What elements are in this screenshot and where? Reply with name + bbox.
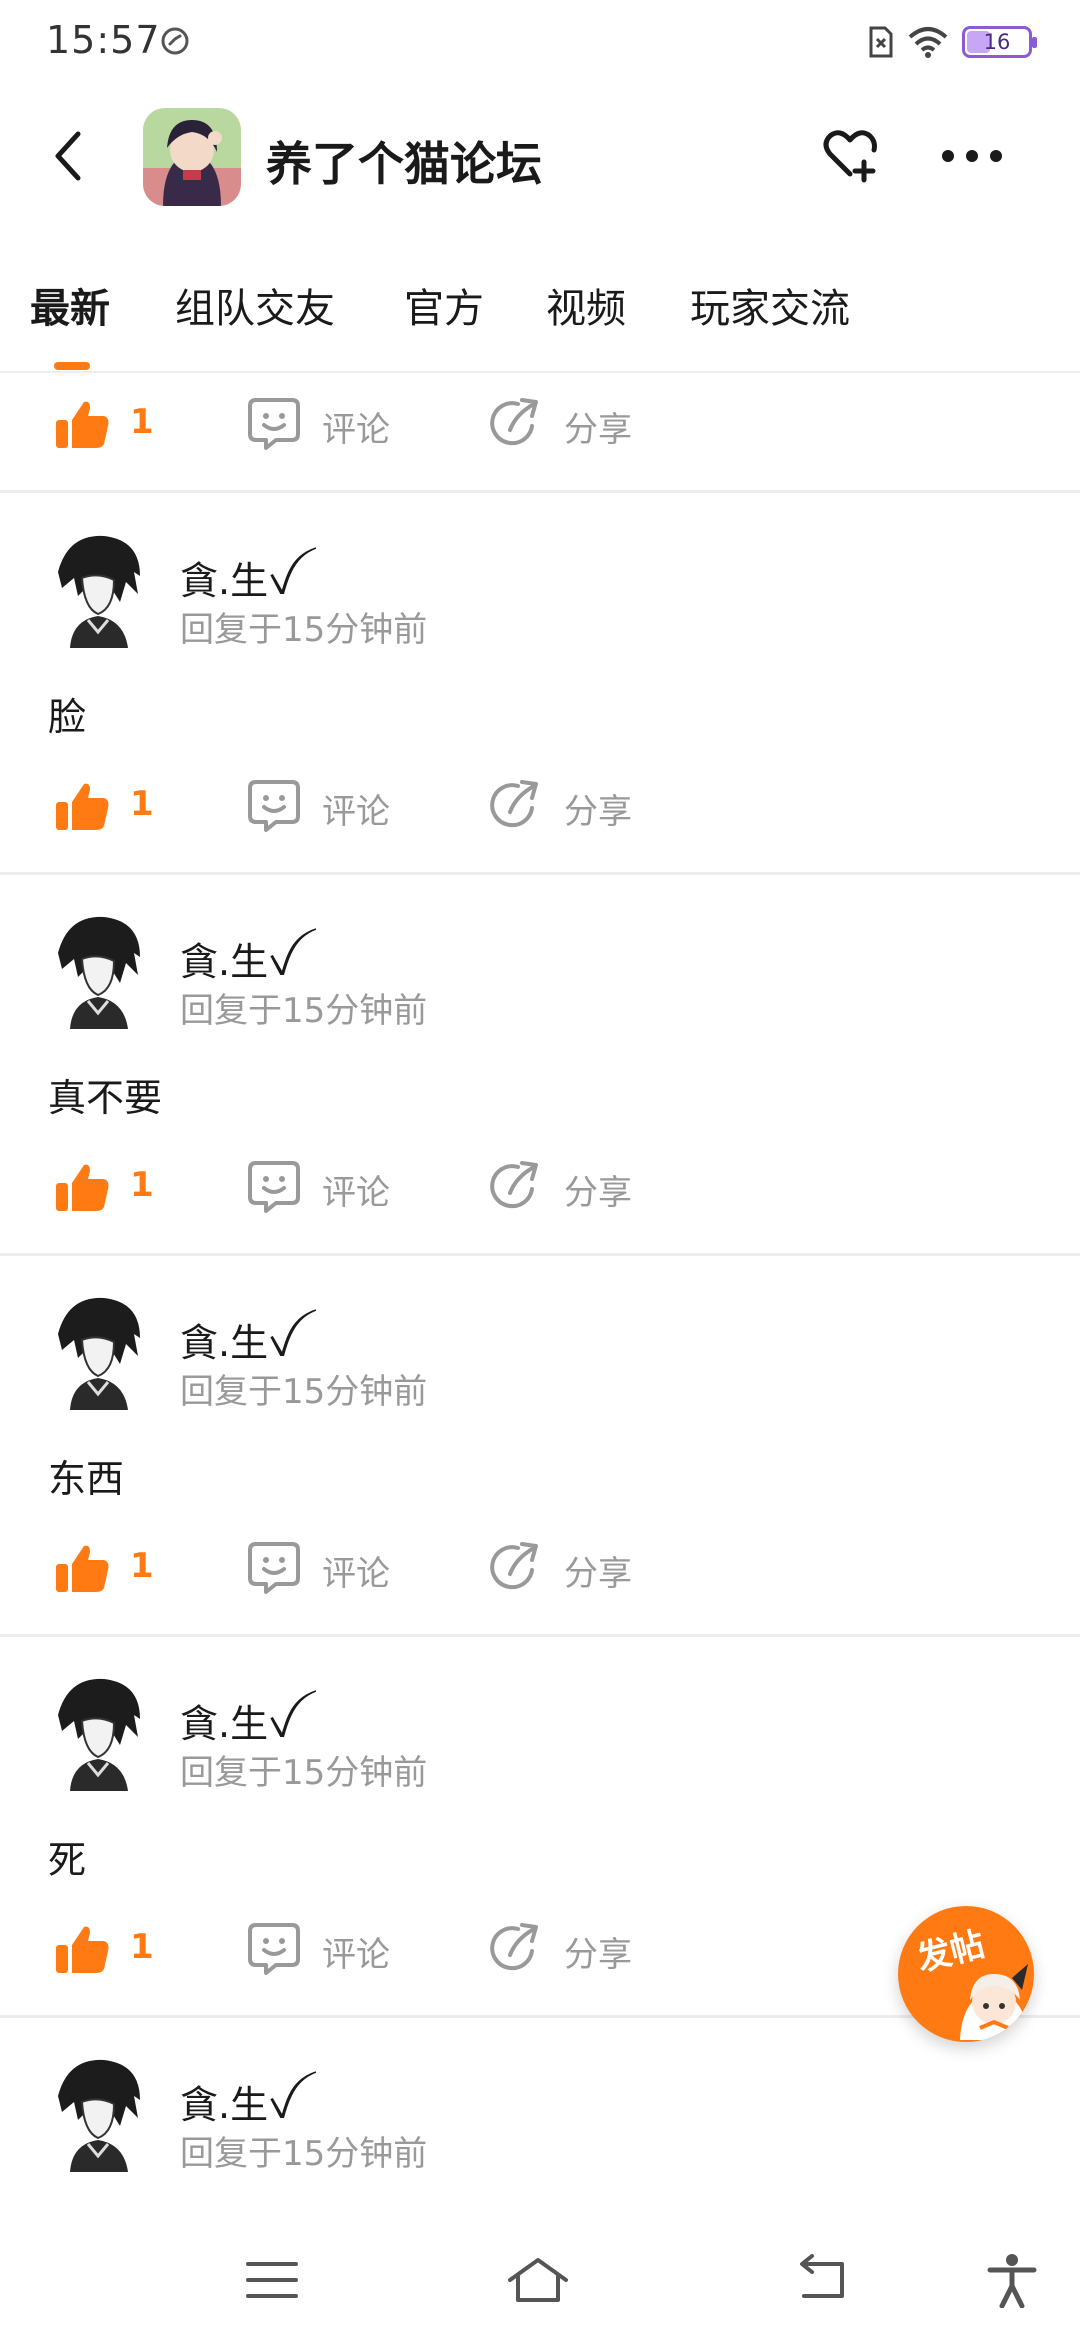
post-item[interactable]: 貪.生ꪜ 回复于15分钟前 脸 1 评论 分享 [0, 494, 1080, 874]
share-label[interactable]: 分享 [564, 1165, 632, 1214]
thumbs-up-icon[interactable] [54, 1923, 112, 1975]
post-item[interactable]: 貪.生ꪜ 回复于15分钟前 真不要 1 评论 分享 [0, 875, 1080, 1255]
more-horizontal-icon[interactable] [940, 136, 1004, 176]
share-icon[interactable] [488, 1540, 544, 1596]
wifi-icon [908, 27, 948, 58]
status-bar: 15:57 16 [0, 0, 1080, 84]
user-avatar[interactable] [48, 1675, 148, 1791]
menu-icon[interactable] [240, 2252, 304, 2308]
like-count: 1 [130, 1546, 154, 1586]
forum-header: 养了个猫论坛 [0, 96, 1080, 216]
comment-label[interactable]: 评论 [322, 402, 390, 451]
post-actions: 1 评论 分享 [0, 1147, 1080, 1227]
forum-title: 养了个猫论坛 [266, 137, 542, 191]
accessibility-icon[interactable] [980, 2252, 1044, 2308]
status-time: 15:57 [46, 18, 161, 62]
comment-icon[interactable] [246, 1159, 302, 1215]
user-avatar[interactable] [48, 913, 148, 1029]
reply-time: 回复于15分钟前 [180, 610, 428, 650]
user-avatar[interactable] [48, 2056, 148, 2172]
reply-time: 回复于15分钟前 [180, 1753, 428, 1793]
tab-team-up[interactable]: 组队交友 [175, 276, 335, 334]
thumbs-up-icon[interactable] [54, 1161, 112, 1213]
share-icon[interactable] [488, 396, 544, 452]
heart-plus-icon[interactable] [820, 124, 880, 184]
no-sim-icon [869, 26, 893, 58]
post-content: 死 [48, 1838, 87, 1882]
post-content: 脸 [48, 695, 87, 739]
user-avatar[interactable] [48, 532, 148, 648]
post-actions: 1 评论 分享 [0, 766, 1080, 846]
thumbs-up-icon[interactable] [54, 1542, 112, 1594]
tab-player-chat[interactable]: 玩家交流 [690, 276, 850, 334]
forum-avatar[interactable] [143, 108, 241, 206]
category-tabs: 最新 组队交友 官方 视频 玩家交流 [0, 262, 1080, 372]
reply-time: 回复于15分钟前 [180, 991, 428, 1031]
post-actions: 1 评论 分享 [0, 384, 1080, 464]
thumbs-up-icon[interactable] [54, 780, 112, 832]
like-count: 1 [130, 784, 154, 824]
like-count: 1 [130, 402, 154, 442]
share-label[interactable]: 分享 [564, 402, 632, 451]
like-count: 1 [130, 1927, 154, 1967]
comment-icon[interactable] [246, 396, 302, 452]
share-label[interactable]: 分享 [564, 1927, 632, 1976]
mascot-icon [960, 1964, 1030, 2040]
comment-label[interactable]: 评论 [322, 1165, 390, 1214]
battery-level: 16 [983, 30, 1011, 54]
tab-latest[interactable]: 最新 [30, 276, 110, 334]
comment-label[interactable]: 评论 [322, 1927, 390, 1976]
system-nav-bar [0, 2222, 1080, 2340]
comment-label[interactable]: 评论 [322, 784, 390, 833]
share-icon[interactable] [488, 1159, 544, 1215]
comment-icon[interactable] [246, 778, 302, 834]
user-avatar[interactable] [48, 1294, 148, 1410]
speedometer-icon [161, 27, 189, 55]
thumbs-up-icon[interactable] [54, 398, 112, 450]
new-post-button[interactable]: 发帖 [898, 1906, 1034, 2042]
comment-icon[interactable] [246, 1921, 302, 1977]
share-icon[interactable] [488, 778, 544, 834]
post-item[interactable]: 貪.生ꪜ 回复于15分钟前 东西 1 评论 分享 [0, 1256, 1080, 1636]
share-icon[interactable] [488, 1921, 544, 1977]
post-content: 真不要 [48, 1076, 163, 1120]
tabs-divider [0, 371, 1080, 373]
battery-cap [1032, 37, 1037, 48]
like-count: 1 [130, 1165, 154, 1205]
back-nav-icon[interactable] [790, 2252, 854, 2308]
post-actions: 1 评论 分享 [0, 1528, 1080, 1608]
battery-indicator: 16 [962, 26, 1037, 58]
comment-label[interactable]: 评论 [322, 1546, 390, 1595]
share-label[interactable]: 分享 [564, 1546, 632, 1595]
post-divider [0, 490, 1080, 493]
tab-video[interactable]: 视频 [546, 276, 626, 334]
comment-icon[interactable] [246, 1540, 302, 1596]
post-content: 东西 [48, 1457, 125, 1501]
reply-time: 回复于15分钟前 [180, 1372, 428, 1412]
back-button[interactable] [44, 126, 96, 186]
tab-active-indicator [54, 362, 90, 370]
reply-time: 回复于15分钟前 [180, 2134, 428, 2174]
share-label[interactable]: 分享 [564, 784, 632, 833]
home-icon[interactable] [506, 2252, 570, 2308]
tab-official[interactable]: 官方 [404, 276, 484, 334]
post-item[interactable]: 貪.生ꪜ 回复于15分钟前 [0, 2018, 1080, 2222]
status-indicators: 16 [868, 24, 1037, 60]
